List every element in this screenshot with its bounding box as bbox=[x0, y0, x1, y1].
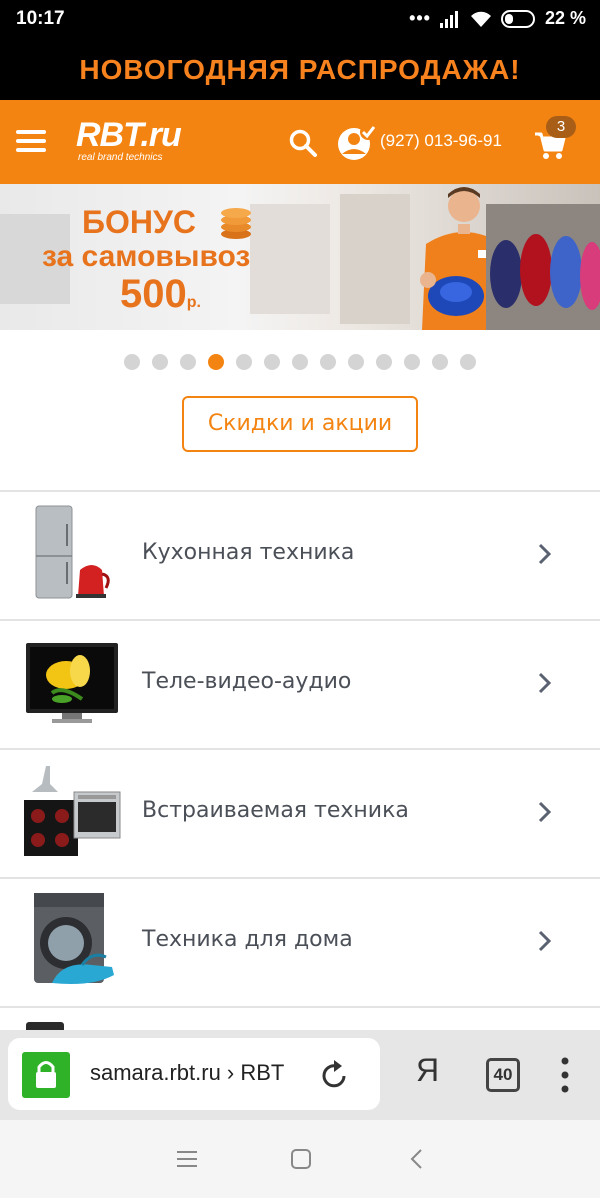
lock-icon bbox=[22, 1052, 70, 1098]
system-nav-bar bbox=[0, 1120, 600, 1198]
carousel-dot[interactable] bbox=[460, 354, 476, 370]
wifi-icon bbox=[470, 11, 491, 27]
logo-text: RBT.ru bbox=[76, 116, 182, 154]
site-header: RBT.ru real brand technics (927) 013-96-… bbox=[0, 100, 600, 184]
washer-iron-image bbox=[34, 893, 114, 984]
tv-image bbox=[26, 643, 118, 723]
fridge-kettle-image bbox=[35, 505, 110, 599]
carousel-dot[interactable] bbox=[124, 354, 140, 370]
browser-toolbar: samara.rbt.ru › RBT Я 40 bbox=[0, 1030, 600, 1120]
banner-pickup-text: за самовывоз bbox=[42, 240, 251, 273]
carousel-dot[interactable] bbox=[292, 354, 308, 370]
carousel-dots[interactable] bbox=[0, 354, 600, 370]
menu-icon[interactable] bbox=[16, 130, 46, 154]
carousel-dot[interactable] bbox=[180, 354, 196, 370]
back-icon[interactable] bbox=[408, 1148, 424, 1170]
carousel-dot[interactable] bbox=[264, 354, 280, 370]
carousel-dot[interactable] bbox=[236, 354, 252, 370]
vacuums-image bbox=[486, 204, 600, 330]
carousel-dot[interactable] bbox=[320, 354, 336, 370]
battery-percent: 22 % bbox=[544, 8, 586, 28]
category-label: Встраиваемая техника bbox=[142, 798, 409, 823]
profile-icon[interactable] bbox=[334, 122, 378, 162]
carousel-dot[interactable] bbox=[152, 354, 168, 370]
promo-banner[interactable]: БОНУС за самовывоз 500р. bbox=[0, 184, 600, 330]
carousel-dot[interactable] bbox=[208, 354, 224, 370]
chevron-right-icon bbox=[538, 672, 552, 694]
chevron-right-icon bbox=[538, 930, 552, 952]
home-icon[interactable] bbox=[290, 1148, 312, 1170]
logo[interactable]: RBT.ru real brand technics bbox=[76, 116, 182, 164]
tabs-button[interactable]: 40 bbox=[486, 1058, 520, 1092]
category-label: Кухонная техника bbox=[142, 540, 355, 565]
recents-icon[interactable] bbox=[176, 1150, 198, 1168]
status-icons: ••• 22 % bbox=[409, 8, 586, 29]
banner-amount: 500р. bbox=[120, 272, 201, 317]
chevron-right-icon bbox=[538, 543, 552, 565]
category-item-built-in[interactable]: Встраиваемая техника bbox=[0, 748, 600, 877]
reload-icon[interactable] bbox=[320, 1058, 350, 1090]
category-list: Кухонная техника Теле-видео-аудио Встраи… bbox=[0, 490, 600, 1048]
battery-icon bbox=[500, 9, 535, 28]
signal-icon bbox=[439, 10, 458, 28]
coins-icon bbox=[221, 208, 251, 239]
category-item-tv[interactable]: Теле-видео-аудио bbox=[0, 619, 600, 748]
phone-number[interactable]: (927) 013-96-91 bbox=[380, 131, 502, 151]
notification-dots-icon: ••• bbox=[409, 8, 431, 28]
url-text: samara.rbt.ru › RBT bbox=[90, 1060, 285, 1085]
carousel-dot[interactable] bbox=[348, 354, 364, 370]
status-bar: 10:17 ••• 22 % bbox=[0, 0, 600, 40]
carousel-dot[interactable] bbox=[376, 354, 392, 370]
address-bar[interactable]: samara.rbt.ru › RBT bbox=[8, 1038, 380, 1110]
category-label: Теле-видео-аудио bbox=[142, 669, 352, 694]
banner-amount-value: 500 bbox=[120, 272, 187, 316]
banner-bonus-text: БОНУС bbox=[82, 204, 197, 240]
chevron-right-icon bbox=[538, 801, 552, 823]
category-item-home[interactable]: Техника для дома bbox=[0, 877, 600, 1006]
discounts-button[interactable]: Скидки и акции bbox=[182, 396, 418, 452]
status-time: 10:17 bbox=[16, 8, 65, 29]
more-menu-icon[interactable] bbox=[560, 1056, 570, 1094]
carousel-dot[interactable] bbox=[432, 354, 448, 370]
promo-strip[interactable]: НОВОГОДНЯЯ РАСПРОДАЖА! bbox=[0, 40, 600, 100]
category-item-kitchen[interactable]: Кухонная техника bbox=[0, 490, 600, 619]
banner-currency: р. bbox=[186, 294, 201, 311]
yandex-button[interactable]: Я bbox=[416, 1052, 439, 1089]
promo-text: НОВОГОДНЯЯ РАСПРОДАЖА! bbox=[79, 54, 521, 85]
built-in-appliances-image bbox=[24, 766, 121, 856]
cart-count-badge: 3 bbox=[546, 116, 576, 138]
carousel-dot[interactable] bbox=[404, 354, 420, 370]
category-label: Техника для дома bbox=[142, 927, 353, 952]
search-icon[interactable] bbox=[288, 128, 318, 158]
